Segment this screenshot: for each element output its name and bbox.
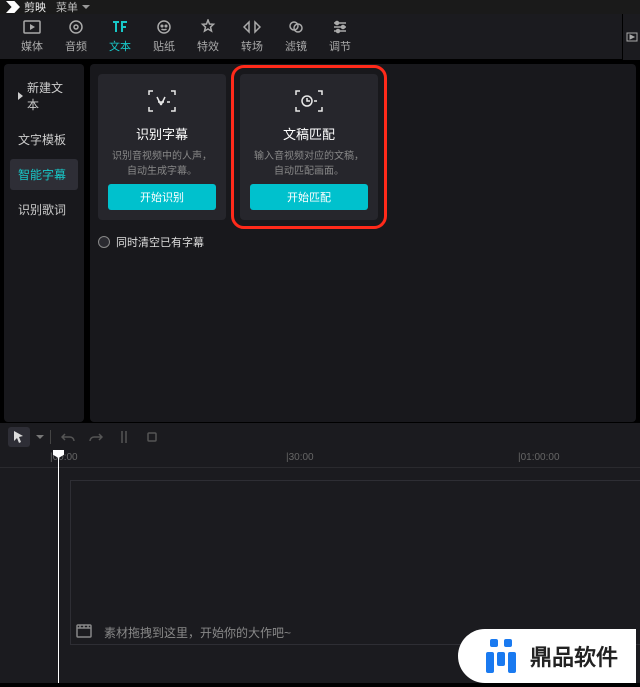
playhead[interactable] bbox=[58, 450, 59, 683]
app-logo: 剪映 bbox=[6, 0, 46, 15]
checkbox-icon bbox=[98, 236, 110, 248]
watermark-text: 鼎品软件 bbox=[530, 640, 618, 672]
redo-button[interactable] bbox=[85, 427, 107, 447]
app-logo-icon bbox=[6, 1, 20, 13]
time-ruler[interactable]: |00:00 |30:00 |01:00:00 bbox=[0, 450, 640, 468]
undo-button[interactable] bbox=[57, 427, 79, 447]
tab-adjust[interactable]: 调节 bbox=[318, 14, 362, 59]
right-panel-stub bbox=[622, 14, 640, 60]
track-area[interactable] bbox=[70, 480, 640, 645]
app-name: 剪映 bbox=[24, 0, 46, 15]
chevron-down-icon bbox=[36, 435, 44, 439]
timeline-toolbar bbox=[0, 422, 640, 450]
start-match-button[interactable]: 开始匹配 bbox=[250, 184, 368, 210]
ruler-mark: |30:00 bbox=[286, 452, 314, 463]
sidebar-item-template[interactable]: 文字模板 bbox=[10, 124, 78, 155]
card-desc: 输入音视频对应的文稿，自动匹配画面。 bbox=[250, 149, 368, 184]
card-recognize-subtitle: 识别字幕 识别音视频中的人声，自动生成字幕。 开始识别 bbox=[98, 74, 226, 220]
recognize-icon bbox=[147, 88, 177, 114]
content-panel: 识别字幕 识别音视频中的人声，自动生成字幕。 开始识别 文稿匹配 输入音视频对应… bbox=[90, 64, 636, 422]
timeline-hint: 素材拖拽到这里，开始你的大作吧~ bbox=[76, 624, 291, 641]
menu-button[interactable]: 菜单 bbox=[56, 0, 90, 15]
card-desc: 识别音视频中的人声，自动生成字幕。 bbox=[108, 149, 216, 184]
transition-icon bbox=[243, 19, 261, 35]
clip-icon bbox=[76, 624, 92, 641]
sidebar: 新建文本 文字模板 智能字幕 识别歌词 bbox=[4, 64, 84, 422]
effect-icon bbox=[199, 19, 217, 35]
tab-filter[interactable]: 滤镜 bbox=[274, 14, 318, 59]
text-icon bbox=[111, 19, 129, 35]
tab-transition[interactable]: 转场 bbox=[230, 14, 274, 59]
tab-media[interactable]: 媒体 bbox=[10, 14, 54, 59]
match-icon bbox=[294, 88, 324, 114]
tab-audio[interactable]: 音频 bbox=[54, 14, 98, 59]
watermark-logo-icon bbox=[486, 639, 520, 673]
sidebar-item-smart-sub[interactable]: 智能字幕 bbox=[10, 159, 78, 190]
chevron-down-icon bbox=[82, 5, 90, 9]
card-title: 识别字幕 bbox=[136, 124, 188, 143]
tab-effect[interactable]: 特效 bbox=[186, 14, 230, 59]
ruler-mark: |01:00:00 bbox=[518, 452, 560, 463]
main-panel: 新建文本 文字模板 智能字幕 识别歌词 识别字幕 识别音视频中的人声，自动生成字… bbox=[0, 60, 640, 422]
separator bbox=[50, 430, 51, 444]
caret-right-icon bbox=[18, 92, 23, 100]
filter-icon bbox=[287, 19, 305, 35]
split-button[interactable] bbox=[113, 427, 135, 447]
start-recognize-button[interactable]: 开始识别 bbox=[108, 184, 216, 210]
watermark: 鼎品软件 bbox=[458, 629, 636, 683]
card-row: 识别字幕 识别音视频中的人声，自动生成字幕。 开始识别 文稿匹配 输入音视频对应… bbox=[98, 74, 628, 220]
sidebar-item-lyrics[interactable]: 识别歌词 bbox=[10, 194, 78, 225]
sticker-icon bbox=[155, 19, 173, 35]
tool-tabs: 媒体 音频 文本 贴纸 特效 转场 滤镜 调节 bbox=[0, 14, 640, 60]
delete-button[interactable] bbox=[141, 427, 163, 447]
audio-icon bbox=[67, 19, 85, 35]
media-icon bbox=[23, 19, 41, 35]
menu-label: 菜单 bbox=[56, 0, 78, 15]
titlebar: 剪映 菜单 bbox=[0, 0, 640, 14]
clear-subtitles-checkbox[interactable]: 同时清空已有字幕 bbox=[98, 234, 628, 250]
tab-text[interactable]: 文本 bbox=[98, 14, 142, 59]
checkbox-label: 同时清空已有字幕 bbox=[116, 234, 204, 250]
card-match-script: 文稿匹配 输入音视频对应的文稿，自动匹配画面。 开始匹配 bbox=[240, 74, 378, 220]
adjust-icon bbox=[331, 19, 349, 35]
tab-sticker[interactable]: 贴纸 bbox=[142, 14, 186, 59]
card-title: 文稿匹配 bbox=[283, 124, 335, 143]
pointer-tool[interactable] bbox=[8, 427, 30, 447]
sidebar-item-new-text[interactable]: 新建文本 bbox=[10, 72, 78, 120]
